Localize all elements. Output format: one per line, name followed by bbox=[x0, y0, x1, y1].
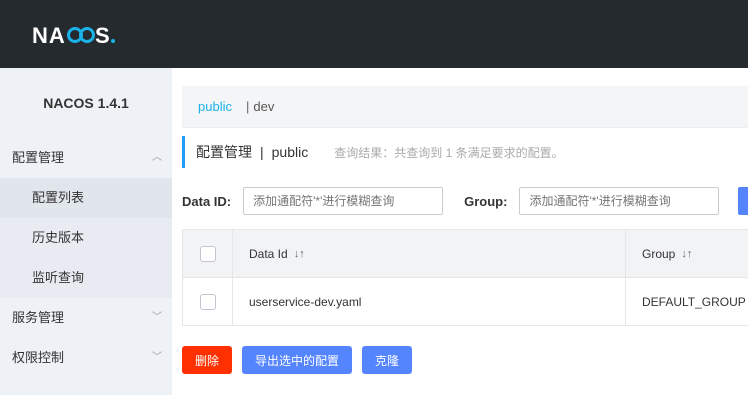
group-label: Group: bbox=[464, 193, 508, 209]
breadcrumb-separator: | bbox=[245, 99, 250, 114]
sort-icon[interactable]: ↓↑ bbox=[294, 248, 305, 260]
namespace-link-public[interactable]: public bbox=[198, 99, 232, 114]
delete-button[interactable]: 删除 bbox=[182, 346, 233, 374]
page-title-bar: 配置管理 | public 查询结果：共查询到 1 条满足要求的配置。 bbox=[182, 136, 564, 168]
row-checkbox-cell bbox=[183, 278, 233, 325]
config-table: Data Id ↓↑ Group ↓↑ userservice-dev.yaml… bbox=[182, 229, 748, 326]
table-row: userservice-dev.yaml DEFAULT_GROUP bbox=[183, 278, 748, 326]
title-namespace: public bbox=[271, 144, 309, 160]
export-selected-button[interactable]: 导出选中的配置 bbox=[242, 346, 353, 374]
cell-group: DEFAULT_GROUP bbox=[642, 294, 746, 309]
sidebar-group-service[interactable]: 服务管理 ﹀ bbox=[0, 298, 172, 338]
bulk-actions: 删除 导出选中的配置 克隆 bbox=[182, 346, 422, 374]
search-button[interactable] bbox=[738, 187, 748, 215]
sort-icon[interactable]: ↓↑ bbox=[681, 248, 692, 260]
sidebar: NACOS 1.4.1 配置管理 ︿ 配置列表 历史版本 监听查询 服务管理 ﹀… bbox=[0, 68, 172, 395]
version-label: NACOS 1.4.1 bbox=[0, 68, 172, 138]
sidebar-item-listener[interactable]: 监听查询 bbox=[0, 258, 172, 298]
namespace-link-dev[interactable]: dev bbox=[253, 99, 274, 114]
nacos-logo[interactable]: NA S bbox=[32, 22, 132, 48]
column-label: Data Id bbox=[249, 246, 288, 261]
result-hint: 查询结果：共查询到 1 条满足要求的配置。 bbox=[334, 145, 564, 160]
page-title: 配置管理 bbox=[196, 144, 252, 160]
chevron-down-icon: ﹀ bbox=[152, 312, 162, 323]
sidebar-group-config[interactable]: 配置管理 ︿ bbox=[0, 138, 172, 178]
column-label: Group bbox=[642, 246, 676, 261]
sidebar-group-label: 服务管理 bbox=[12, 310, 65, 325]
nacos-logo-mark: NA S bbox=[32, 23, 115, 48]
top-navbar: NA S bbox=[0, 0, 748, 68]
data-id-label: Data ID: bbox=[182, 193, 232, 209]
sidebar-group-label: 权限控制 bbox=[12, 350, 65, 365]
data-id-input[interactable] bbox=[243, 187, 444, 215]
clone-button[interactable]: 克隆 bbox=[362, 346, 413, 374]
namespace-breadcrumb: public | dev bbox=[182, 86, 748, 128]
sidebar-item-config-list[interactable]: 配置列表 bbox=[0, 178, 172, 218]
column-group[interactable]: Group ↓↑ bbox=[626, 230, 748, 277]
svg-text:S: S bbox=[95, 23, 111, 48]
title-separator: | bbox=[260, 144, 264, 160]
group-input[interactable] bbox=[519, 187, 720, 215]
sidebar-group-auth[interactable]: 权限控制 ﹀ bbox=[0, 338, 172, 378]
header-checkbox-cell bbox=[183, 230, 233, 277]
svg-text:NA: NA bbox=[32, 23, 66, 48]
chevron-up-icon: ︿ bbox=[152, 152, 162, 163]
chevron-down-icon: ﹀ bbox=[152, 352, 162, 363]
filter-bar: Data ID: Group: bbox=[182, 187, 720, 215]
row-checkbox[interactable] bbox=[199, 293, 216, 310]
select-all-checkbox[interactable] bbox=[199, 245, 216, 262]
sidebar-item-history[interactable]: 历史版本 bbox=[0, 218, 172, 258]
cell-data-id: userservice-dev.yaml bbox=[233, 278, 626, 325]
column-data-id[interactable]: Data Id ↓↑ bbox=[233, 230, 626, 277]
sidebar-group-label: 配置管理 bbox=[12, 150, 65, 165]
main-content: public | dev 配置管理 | public 查询结果：共查询到 1 条… bbox=[172, 68, 748, 395]
table-header: Data Id ↓↑ Group ↓↑ bbox=[183, 230, 748, 278]
